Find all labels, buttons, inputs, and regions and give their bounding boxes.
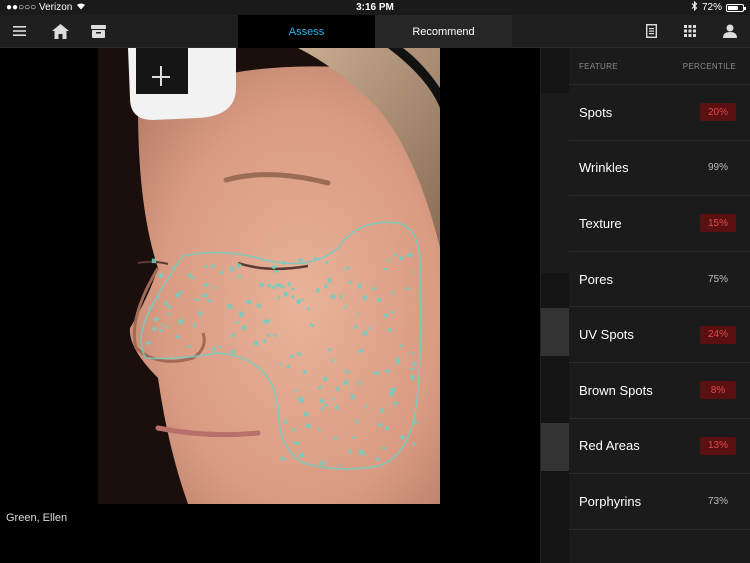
feature-row-uv-spots[interactable]: UV Spots 24% [569, 307, 750, 363]
feature-row-wrinkles[interactable]: Wrinkles 99% [569, 141, 750, 197]
percentile-value: 20% [700, 103, 736, 122]
report-icon[interactable] [638, 19, 664, 43]
feature-panel: FEATURE PERCENTILE Spots 20% Wrinkles 99% Te… [569, 48, 750, 563]
feature-label: Spots [579, 104, 613, 120]
archive-icon[interactable] [85, 19, 111, 43]
carrier-label: ●●○○○ Verizon [6, 2, 73, 13]
patient-name: Green, Ellen [6, 512, 68, 524]
feature-label: Pores [579, 271, 613, 287]
battery-percent: 72% [701, 2, 722, 13]
feature-label: Brown Spots [579, 382, 653, 398]
feature-label: Red Areas [579, 438, 640, 454]
feature-column-header: FEATURE [579, 61, 618, 71]
percentile-value: 99% [707, 162, 728, 174]
feature-label: Porphyrins [579, 493, 642, 509]
percentile-value: 13% [700, 436, 736, 455]
battery-icon [725, 3, 746, 12]
menu-icon[interactable] [6, 19, 32, 43]
feature-panel-header: FEATURE PERCENTILE [569, 48, 750, 85]
feature-label: Wrinkles [579, 160, 629, 176]
clock: 3:16 PM [356, 2, 394, 13]
percentile-value: 73% [707, 495, 728, 507]
image-viewer: Green, Ellen [0, 48, 540, 563]
tab-assess[interactable]: Assess [238, 15, 375, 48]
percentile-value: 24% [700, 325, 736, 344]
feature-row-porphyrins[interactable]: Porphyrins 73% [569, 474, 750, 530]
percentile-value: 15% [700, 214, 736, 233]
toolbar: Assess Recommend [0, 15, 750, 48]
feature-label: Texture [579, 215, 622, 231]
percentile-column-header: PERCENTILE [682, 61, 736, 71]
user-icon[interactable] [717, 19, 743, 43]
bluetooth-icon [691, 0, 698, 14]
view-segmented-control: Assess Recommend [238, 15, 512, 48]
face-image[interactable] [98, 48, 440, 504]
percentile-value: 8% [700, 381, 736, 400]
grid-icon[interactable] [677, 19, 703, 43]
feature-label: UV Spots [579, 327, 634, 343]
feature-row-texture[interactable]: Texture 15% [569, 196, 750, 252]
feature-row-pores[interactable]: Pores 75% [569, 252, 750, 308]
feature-row-spots[interactable]: Spots 20% [569, 85, 750, 141]
background-panel [540, 48, 570, 563]
tab-recommend[interactable]: Recommend [375, 15, 512, 48]
home-icon[interactable] [47, 19, 73, 43]
wifi-icon [76, 2, 86, 13]
feature-row-red-areas[interactable]: Red Areas 13% [569, 419, 750, 475]
percentile-value: 75% [707, 273, 728, 285]
status-bar: ●●○○○ Verizon 3:16 PM 72% [0, 0, 750, 15]
feature-row-brown-spots[interactable]: Brown Spots 8% [569, 363, 750, 419]
